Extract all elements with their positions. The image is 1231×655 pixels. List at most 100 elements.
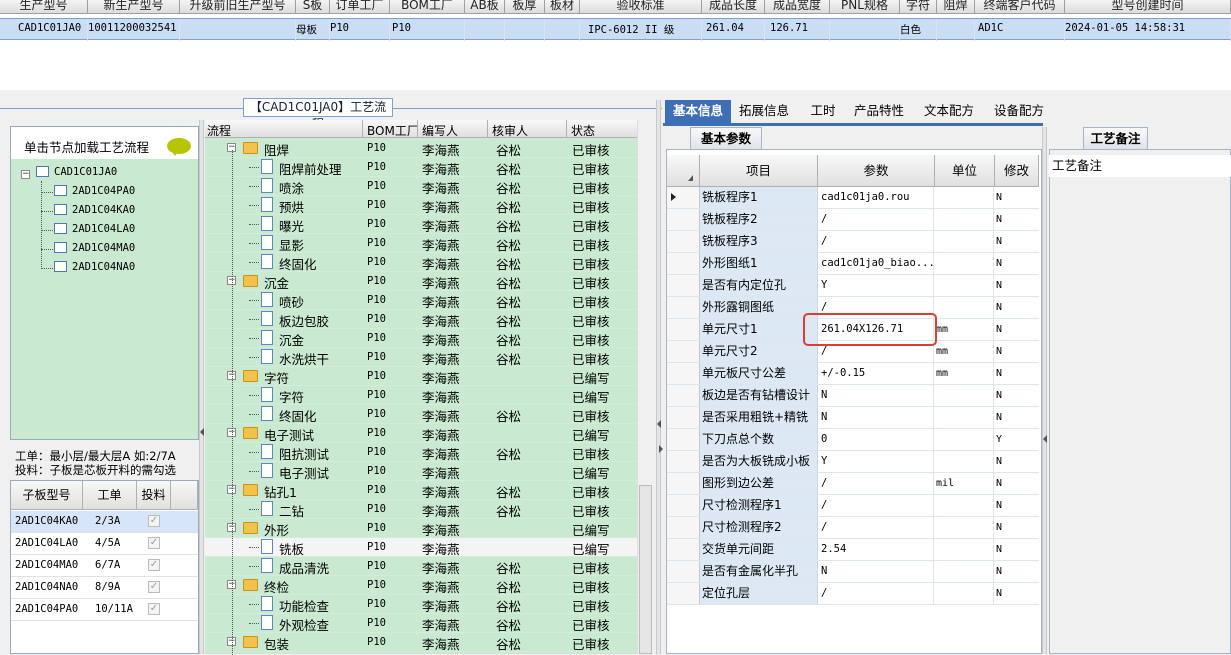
column-header[interactable]: 编写人: [422, 122, 458, 139]
tab-basic-info[interactable]: 基本信息: [665, 100, 731, 123]
splitter-vertical[interactable]: [199, 120, 204, 654]
process-row[interactable]: 水洗烘干 P10 李海燕 谷松 已审核: [205, 348, 637, 367]
process-row[interactable]: 预烘 P10 李海燕 谷松 已审核: [205, 196, 637, 215]
process-row[interactable]: 成品清洗 P10 李海燕 谷松 已审核: [205, 557, 637, 576]
process-row[interactable]: 喷涂 P10 李海燕 谷松 已审核: [205, 177, 637, 196]
process-row[interactable]: 二钻 P10 李海燕 谷松 已审核: [205, 500, 637, 519]
collapse-left-icon[interactable]: [200, 428, 204, 436]
param-row[interactable]: 铣板程序2/ N: [667, 209, 1039, 231]
param-row[interactable]: 尺寸检测程序1/ N: [667, 495, 1039, 517]
process-row[interactable]: − 外形 P10 李海燕 已编写: [205, 519, 637, 538]
tab-work-hours[interactable]: 工时: [803, 100, 843, 123]
column-header[interactable]: BOM工厂: [390, 0, 465, 13]
feed-checkbox[interactable]: ✓: [148, 537, 160, 549]
param-value[interactable]: /: [818, 495, 934, 516]
column-header[interactable]: S板: [296, 0, 330, 13]
process-row[interactable]: 铣板 P10 李海燕 已编写: [205, 538, 637, 557]
column-header[interactable]: 子板型号: [11, 481, 83, 510]
column-header[interactable]: 升级前旧生产型号: [180, 0, 296, 13]
table-row[interactable]: 2AD1C04KA0 2/3A ✓: [11, 511, 198, 533]
process-row[interactable]: − 沉金 P10 李海燕 谷松 已审核: [205, 272, 637, 291]
param-value[interactable]: /: [818, 209, 934, 230]
column-header[interactable]: 生产型号: [0, 0, 88, 13]
tab-device-recipe[interactable]: 设备配方: [986, 100, 1052, 123]
param-value[interactable]: 2.54: [818, 539, 934, 560]
process-row[interactable]: − 阻焊 P10 李海燕 谷松 已审核: [205, 139, 637, 158]
process-row[interactable]: 阻抗测试 P10 李海燕 谷松 已审核: [205, 443, 637, 462]
param-row[interactable]: 定位孔层 / N: [667, 583, 1039, 605]
process-row[interactable]: 字符 P10 李海燕 已编写: [205, 386, 637, 405]
process-row[interactable]: − 包装 P10 李海燕 谷松 已审核: [205, 633, 637, 652]
param-row[interactable]: 尺寸检测程序2/ N: [667, 517, 1039, 539]
process-row[interactable]: 阻焊前处理 P10 李海燕 谷松 已审核: [205, 158, 637, 177]
tab-text-recipe[interactable]: 文本配方: [917, 100, 981, 123]
collapse-left-icon[interactable]: [657, 420, 661, 428]
param-value[interactable]: cad1c01ja0_biao...: [818, 253, 934, 274]
tab-process-notes[interactable]: 工艺备注: [1083, 127, 1148, 149]
process-row[interactable]: 喷砂 P10 李海燕 谷松 已审核: [205, 291, 637, 310]
tab-basic-params[interactable]: 基本参数: [690, 127, 762, 149]
column-header[interactable]: 投料: [137, 481, 171, 510]
param-row[interactable]: 板边是否有钻槽设计 N N: [667, 385, 1039, 407]
column-header[interactable]: 验收标准: [580, 0, 702, 13]
param-row[interactable]: 是否有内定位孔 Y N: [667, 275, 1039, 297]
feed-checkbox[interactable]: ✓: [148, 581, 160, 593]
param-value[interactable]: cad1c01ja0.rou: [818, 187, 934, 208]
process-row[interactable]: 外观检查 P10 李海燕 谷松 已审核: [205, 614, 637, 633]
process-row[interactable]: 曝光 P10 李海燕 谷松 已审核: [205, 215, 637, 234]
splitter-horizontal[interactable]: [0, 90, 1231, 98]
column-header[interactable]: 型号创建时间: [1065, 0, 1231, 13]
tree-node[interactable]: 2AD1C04PA0: [54, 185, 135, 197]
param-row[interactable]: 交货单元间距 2.54 N: [667, 539, 1039, 561]
process-row[interactable]: 功能检查 P10 李海燕 谷松 已审核: [205, 595, 637, 614]
param-value[interactable]: Y: [818, 451, 934, 472]
column-header[interactable]: 单位: [935, 155, 995, 187]
table-row[interactable]: 2AD1C04PA0 10/11A ✓: [11, 599, 198, 621]
collapse-left-icon[interactable]: [1043, 435, 1047, 443]
param-value[interactable]: /: [818, 583, 934, 604]
param-value[interactable]: /: [818, 517, 934, 538]
model-grid-row-selected[interactable]: CAD1C01JA0 10011200032541 母板 P10 P10 IPC-6012…: [0, 18, 1231, 41]
process-scrollbar-thumb[interactable]: [639, 485, 652, 654]
table-row[interactable]: 2AD1C04LA0 4/5A ✓: [11, 533, 198, 555]
column-header[interactable]: 项目: [700, 155, 818, 187]
process-row[interactable]: − 电子测试 P10 李海燕 已编写: [205, 424, 637, 443]
param-value[interactable]: N: [818, 561, 934, 582]
column-header[interactable]: 参数: [818, 155, 935, 187]
splitter-vertical[interactable]: [656, 100, 661, 654]
param-value[interactable]: N: [818, 385, 934, 406]
param-row[interactable]: 图形到边公差 / mil N: [667, 473, 1039, 495]
tree-node[interactable]: 2AD1C04KA0: [54, 204, 135, 216]
feed-checkbox[interactable]: ✓: [148, 559, 160, 571]
column-header[interactable]: 新生产型号: [88, 0, 180, 13]
param-row[interactable]: 铣板程序3/ N: [667, 231, 1039, 253]
param-row[interactable]: 是否有金属化半孔 N N: [667, 561, 1039, 583]
column-header[interactable]: 板材: [545, 0, 580, 13]
param-row[interactable]: 单元板尺寸公差 +/-0.15 mm N: [667, 363, 1039, 385]
tab-product-features[interactable]: 产品特性: [846, 100, 912, 123]
column-header[interactable]: 核审人: [492, 122, 528, 139]
param-row[interactable]: 是否采用粗铣+精铣 N N: [667, 407, 1039, 429]
process-row[interactable]: 电子测试 P10 李海燕 已编写: [205, 462, 637, 481]
tab-ext-info[interactable]: 拓展信息: [735, 100, 793, 123]
column-header[interactable]: PNL规格: [830, 0, 900, 13]
process-row[interactable]: 沉金 P10 李海燕 谷松 已审核: [205, 329, 637, 348]
tree-node[interactable]: 2AD1C04NA0: [54, 261, 135, 273]
column-header[interactable]: 订单工厂: [330, 0, 390, 13]
column-header[interactable]: 流程: [207, 122, 231, 139]
process-row[interactable]: − 钻孔1 P10 李海燕 谷松 已审核: [205, 481, 637, 500]
param-row[interactable]: 下刀点总个数 0 Y: [667, 429, 1039, 451]
column-header[interactable]: 字符: [900, 0, 937, 13]
param-row[interactable]: 外形图纸1 cad1c01ja0_biao... N: [667, 253, 1039, 275]
param-value[interactable]: 0: [818, 429, 934, 450]
collapse-icon[interactable]: −: [21, 170, 30, 179]
column-header[interactable]: 板厚: [505, 0, 545, 13]
column-header[interactable]: 成品宽度: [765, 0, 830, 13]
param-row[interactable]: 铣板程序1 cad1c01ja0.rou N: [667, 187, 1039, 209]
column-header[interactable]: BOM工厂: [367, 122, 419, 139]
param-value[interactable]: /: [818, 231, 934, 252]
process-row[interactable]: − 字符 P10 李海燕 已编写: [205, 367, 637, 386]
param-value[interactable]: /: [818, 473, 934, 494]
tree-node[interactable]: 2AD1C04MA0: [54, 242, 135, 254]
column-header[interactable]: 成品长度: [702, 0, 765, 13]
